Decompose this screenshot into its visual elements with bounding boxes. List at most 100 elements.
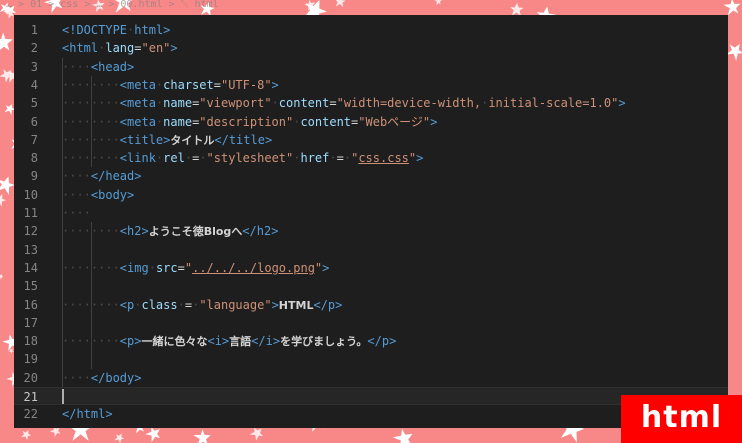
line-number: 22 — [23, 407, 38, 422]
code-line[interactable]: 3 ····<head> — [14, 58, 728, 76]
code-token: <p — [119, 297, 135, 312]
code-token: ../../../logo.png — [192, 260, 315, 275]
code-token: > — [322, 260, 330, 275]
line-number: 16 — [23, 297, 38, 312]
code-line[interactable]: 17 — [14, 314, 728, 332]
code-token: content — [300, 114, 352, 129]
code-text: <html·lang="en"> — [62, 39, 178, 57]
indent-whitespace: ···· — [62, 169, 91, 184]
code-token: html — [134, 23, 164, 37]
code-token: name — [163, 114, 193, 129]
code-line[interactable]: 14········<img·src="../../../logo.png"> — [14, 259, 728, 277]
indent-guide — [62, 57, 63, 387]
code-token: rel — [163, 151, 185, 166]
code-text: </html> — [62, 405, 113, 423]
code-line[interactable]: 19 — [14, 350, 728, 368]
line-number: 10 — [23, 187, 38, 202]
code-token: "language" — [199, 297, 272, 312]
code-text: ········<h2>ようこそ徳Blogへ</h2> — [62, 222, 278, 241]
code-token: · — [148, 260, 156, 275]
code-token: "width=device-width, — [336, 96, 482, 111]
code-token: </p> — [367, 334, 397, 349]
code-line[interactable]: 4 ········<meta·charset="UTF-8"> — [14, 76, 728, 94]
code-token: <img — [119, 260, 149, 275]
indent-whitespace: ···· — [62, 187, 91, 202]
code-token: = — [177, 260, 185, 275]
code-token: </body> — [90, 370, 142, 385]
code-token: 一緒に色々な — [141, 335, 208, 349]
indent-guide — [91, 222, 92, 369]
code-line[interactable]: 8········<link·rel·=·"stylesheet"·href·=… — [14, 149, 728, 167]
code-line[interactable]: 1 <!DOCTYPE·html> — [14, 21, 728, 39]
code-line[interactable]: 11 ···· — [14, 204, 728, 222]
code-token: <link — [119, 151, 156, 166]
code-line[interactable]: 5········<meta·name="viewport"·content="… — [14, 94, 728, 112]
code-line[interactable]: 2 <html·lang="en"> — [14, 39, 728, 57]
code-text: ····<head> — [62, 58, 134, 76]
code-text: ········<p·class·=·"language">HTML</p> — [62, 296, 342, 315]
code-token: </h2> — [242, 224, 279, 239]
code-text: ····<body> — [62, 186, 134, 204]
code-token: </head> — [90, 169, 142, 184]
code-token: href — [300, 151, 330, 166]
code-line[interactable]: 10 ····<body> — [14, 186, 728, 204]
code-text: ········<title>タイトル</title> — [62, 131, 272, 150]
code-token: initial-scale=1.0" — [488, 96, 619, 111]
code-token: lang — [105, 41, 135, 56]
code-token: content — [278, 96, 330, 111]
line-number: 18 — [23, 334, 38, 349]
code-text: ········<p>一緒に色々な<i>言語</i>を学びましょう。</p> — [62, 332, 396, 351]
code-line[interactable]: 9 ····</head> — [14, 167, 728, 185]
code-token: = — [329, 96, 337, 111]
code-line[interactable]: 18 ········<p>一緒に色々な<i>言語</i>を学びましょう。</p> — [14, 332, 728, 350]
indent-whitespace: ···· — [62, 59, 91, 74]
code-token: <body> — [90, 187, 135, 202]
star-shape — [19, 427, 33, 441]
line-number: 20 — [23, 370, 38, 385]
code-token: <title> — [119, 132, 171, 147]
code-line[interactable]: 13 — [14, 241, 728, 259]
code-token: </html> — [62, 407, 113, 422]
line-number: 14 — [23, 260, 38, 275]
code-token: > — [416, 151, 424, 166]
code-token: <i> — [207, 334, 230, 349]
code-token: > — [271, 297, 279, 312]
code-line[interactable]: 7 ········<title>タイトル</title> — [14, 131, 728, 149]
code-token: " — [184, 260, 193, 275]
code-editor[interactable]: 1 <!DOCTYPE·html> 2 <html·lang="en"> 3 ····<h… — [14, 15, 728, 428]
code-token: css.css — [358, 151, 409, 166]
code-token: = — [134, 41, 142, 56]
star-shape — [113, 431, 126, 443]
code-text: ········<img·src="../../../logo.png"> — [62, 259, 329, 277]
code-token: class — [141, 297, 178, 312]
star-shape — [391, 425, 418, 443]
code-token: "stylesheet" — [206, 151, 294, 166]
code-token: <meta — [119, 77, 156, 92]
line-number: 17 — [23, 315, 38, 330]
code-text: ········<link·rel·=·"stylesheet"·href·=·… — [62, 149, 423, 167]
line-number: 2 — [30, 41, 38, 56]
code-token: "Webページ" — [358, 114, 431, 129]
line-number: 1 — [30, 23, 38, 37]
code-line[interactable]: 6 ········<meta·name="description"·conten… — [14, 113, 728, 131]
line-number: 3 — [30, 59, 38, 74]
code-token: <p> — [119, 334, 142, 349]
code-token: <h2> — [119, 224, 149, 239]
code-token: を学びましょう。 — [280, 335, 368, 349]
code-line[interactable]: 12 ········<h2>ようこそ徳Blogへ</h2> — [14, 222, 728, 240]
code-text: <!DOCTYPE·html> — [62, 21, 170, 39]
code-text: ········<meta·name="description"·content… — [62, 113, 437, 131]
code-line[interactable]: 16 ········<p·class·=·"language">HTML</p> — [14, 296, 728, 314]
code-token: "viewport" — [199, 96, 272, 111]
star-shape — [192, 427, 214, 443]
code-token: > — [271, 77, 279, 92]
star-shape — [0, 191, 8, 208]
code-token: name — [163, 96, 193, 111]
code-token: · — [343, 151, 352, 166]
breadcrumb[interactable]: … > 01 > css > … > 00.html > ␀ html — [0, 0, 742, 15]
code-token: = — [184, 297, 193, 312]
code-token: "en" — [141, 41, 171, 56]
code-line[interactable]: 15 — [14, 277, 728, 295]
star-shape — [0, 272, 5, 281]
code-line[interactable]: 20 ····</body> — [14, 369, 728, 387]
